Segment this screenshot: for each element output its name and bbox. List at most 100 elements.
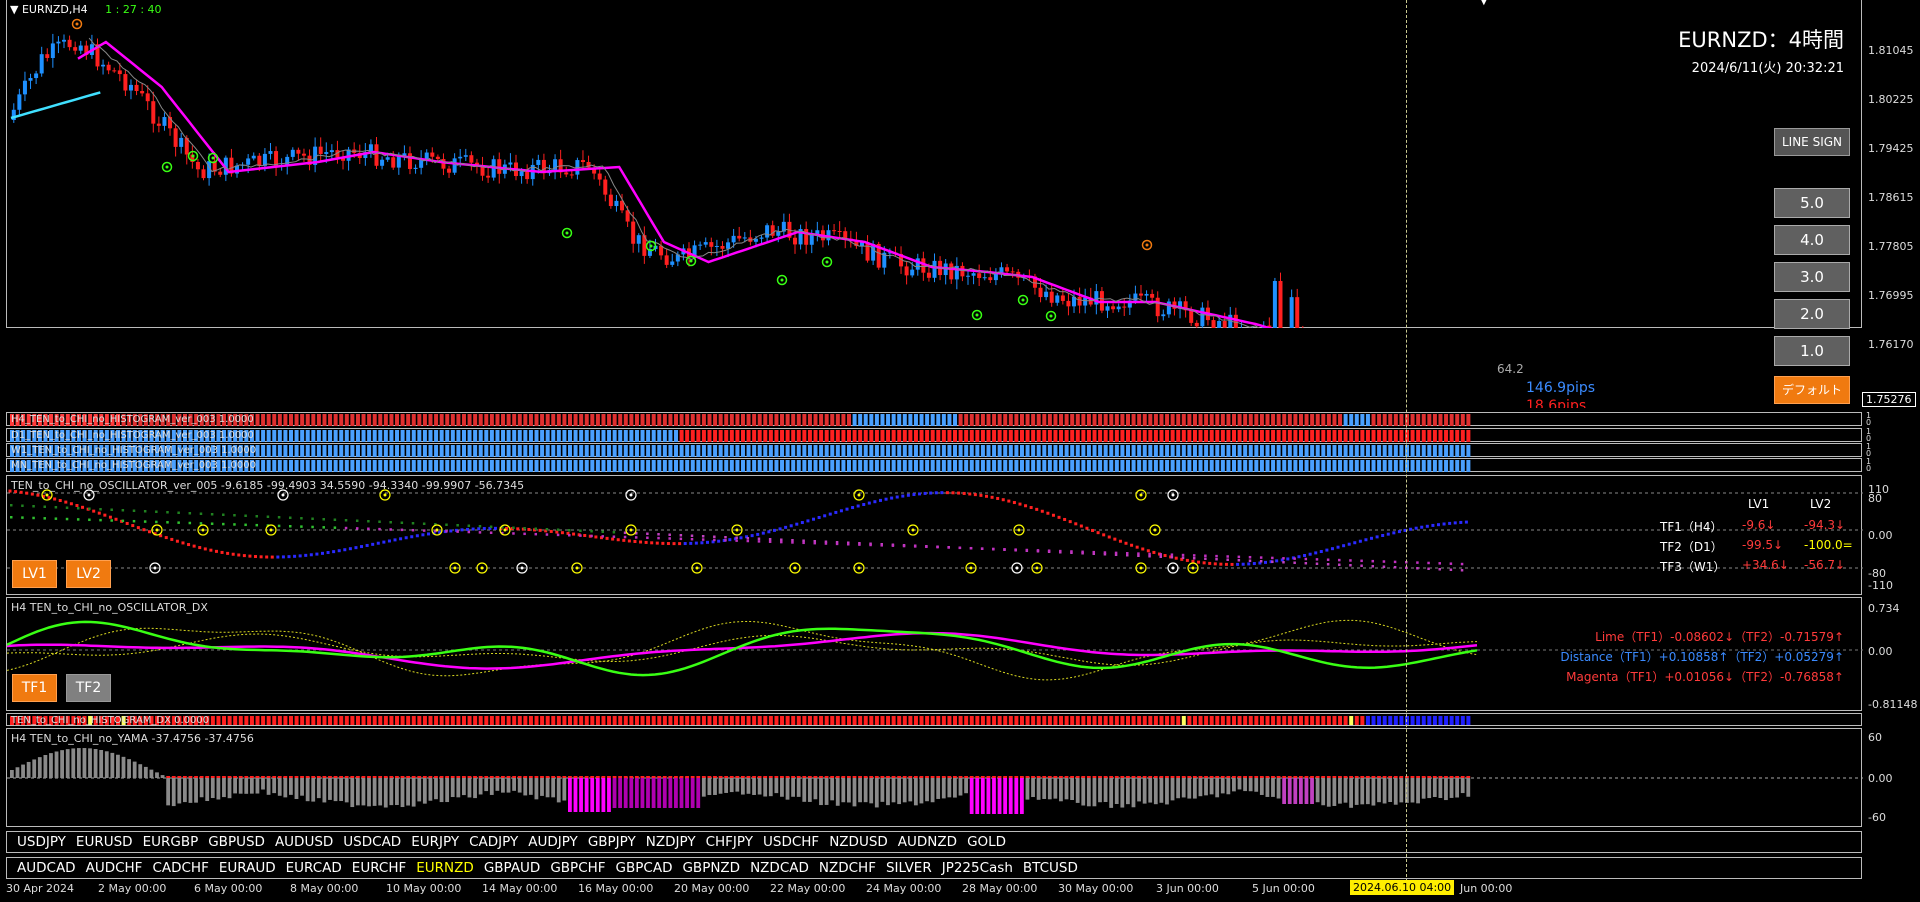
yama-cap (701, 776, 706, 778)
histogram-bar (601, 430, 606, 442)
tf1-button[interactable]: TF1 (12, 674, 57, 702)
osc-slow-dot (1271, 560, 1274, 563)
default-button[interactable]: デフォルト (1774, 376, 1850, 404)
symbol-btcusd[interactable]: BTCUSD (1023, 858, 1078, 878)
dx-histogram-bar (975, 716, 980, 725)
osc-dot (666, 542, 670, 546)
yama-bar (629, 778, 634, 808)
symbol-gold[interactable]: GOLD (967, 832, 1006, 852)
yama-bar (333, 778, 338, 802)
histogram-bar (501, 460, 506, 472)
level-3-button[interactable]: 3.0 (1774, 262, 1850, 292)
histogram-bar (333, 414, 338, 426)
yama-cap (445, 776, 450, 778)
symbol-nzdjpy[interactable]: NZDJPY (646, 832, 696, 852)
yama-cap (495, 776, 500, 778)
histogram-bar (283, 445, 288, 457)
yama-bar (60, 750, 65, 778)
histogram-bar (551, 430, 556, 442)
symbol-eurcad[interactable]: EURCAD (286, 858, 342, 878)
yama-cap (1449, 776, 1454, 778)
osc-slow-dot (289, 525, 292, 528)
osc-dot (538, 528, 542, 532)
level-2-button[interactable]: 2.0 (1774, 299, 1850, 329)
histogram-bar (796, 460, 801, 472)
histogram-bar (540, 414, 545, 426)
histogram-bar (975, 460, 980, 472)
dx-histogram-bar (997, 716, 1002, 725)
dx-histogram-bar (618, 716, 623, 725)
symbol-gbpjpy[interactable]: GBPJPY (588, 832, 636, 852)
symbol-eurjpy[interactable]: EURJPY (411, 832, 459, 852)
yama-cap (489, 776, 494, 778)
level-5-button[interactable]: 5.0 (1774, 188, 1850, 218)
price-chart-svg (10, 18, 1304, 328)
dx-histogram-bar (528, 716, 533, 725)
yama-cap (1399, 776, 1404, 778)
line-sign-button[interactable]: LINE SIGN (1774, 128, 1850, 156)
yama-pane[interactable]: H4 TEN_to_CHI_no_YAMA -37.4756 -37.4756 (6, 728, 1863, 827)
symbol-audusd[interactable]: AUDUSD (275, 832, 333, 852)
candle (480, 156, 485, 181)
symbol-usdjpy[interactable]: USDJPY (17, 832, 66, 852)
level-1-button[interactable]: 1.0 (1774, 336, 1850, 366)
histogram-bar (1215, 414, 1220, 426)
symbol-gbpchf[interactable]: GBPCHF (550, 858, 605, 878)
symbol-eurgbp[interactable]: EURGBP (143, 832, 199, 852)
symbol-gbpaud[interactable]: GBPAUD (484, 858, 541, 878)
symbol-gbpnzd[interactable]: GBPNZD (682, 858, 740, 878)
symbol-nzdchf[interactable]: NZDCHF (819, 858, 876, 878)
symbol-eurusd[interactable]: EURUSD (76, 832, 133, 852)
histogram-bar (1187, 445, 1192, 457)
histogram-bar (1393, 445, 1398, 457)
lv2-button[interactable]: LV2 (66, 560, 111, 588)
yama-cap (763, 776, 768, 778)
lv1-button[interactable]: LV1 (12, 560, 57, 588)
symbol-gbpusd[interactable]: GBPUSD (208, 832, 265, 852)
histogram-bar (467, 430, 472, 442)
dx-histogram-bar (372, 716, 377, 725)
symbol-audjpy[interactable]: AUDJPY (528, 832, 578, 852)
dx-histogram-bar (255, 716, 260, 725)
tf2-button[interactable]: TF2 (66, 674, 111, 702)
symbol-audnzd[interactable]: AUDNZD (898, 832, 957, 852)
histogram-bar (634, 414, 639, 426)
osc-dot (131, 524, 135, 528)
yama-cap (634, 776, 639, 778)
symbol-cadchf[interactable]: CADCHF (152, 858, 208, 878)
yama-cap (1014, 776, 1019, 778)
dx-histogram-bar (897, 716, 902, 725)
osc-slow-dot (43, 505, 46, 508)
symbol-audcad[interactable]: AUDCAD (17, 858, 76, 878)
symbol-euraud[interactable]: EURAUD (219, 858, 276, 878)
symbol-jp225cash[interactable]: JP225Cash (942, 858, 1013, 878)
yama-bar (1126, 778, 1130, 805)
yama-bar (623, 778, 628, 808)
symbol-nzdusd[interactable]: NZDUSD (829, 832, 888, 852)
level-4-button[interactable]: 4.0 (1774, 225, 1850, 255)
symbol-eurchf[interactable]: EURCHF (352, 858, 406, 878)
symbol-audchf[interactable]: AUDCHF (86, 858, 143, 878)
osc-signal-icon (853, 489, 865, 501)
symbol-cadjpy[interactable]: CADJPY (469, 832, 518, 852)
histogram-bar (1204, 460, 1209, 472)
dropdown-arrow-icon[interactable]: ▼ (10, 3, 18, 16)
histogram-bar (813, 445, 818, 457)
symbol-silver[interactable]: SILVER (886, 858, 932, 878)
histogram-bar (540, 445, 545, 457)
symbol-nzdcad[interactable]: NZDCAD (750, 858, 809, 878)
symbol-usdcad[interactable]: USDCAD (343, 832, 401, 852)
symbol-chfjpy[interactable]: CHFJPY (706, 832, 753, 852)
histogram-bar (713, 414, 718, 426)
dx-histogram-bar (1159, 716, 1164, 725)
osc-dot (784, 525, 788, 529)
symbol-usdchf[interactable]: USDCHF (763, 832, 819, 852)
osc-dot (1375, 535, 1379, 539)
dx-histogram-bar (556, 716, 561, 725)
histogram-bar (690, 460, 695, 472)
yama-bar (657, 778, 662, 808)
price-chart-pane[interactable] (6, 0, 1862, 328)
symbol-eurnzd[interactable]: EURNZD (416, 858, 474, 878)
symbol-gbpcad[interactable]: GBPCAD (616, 858, 673, 878)
oscillator-pane[interactable]: TEN_to_CHI_no_OSCILLATOR_ver_005 -9.6185… (6, 475, 1863, 595)
